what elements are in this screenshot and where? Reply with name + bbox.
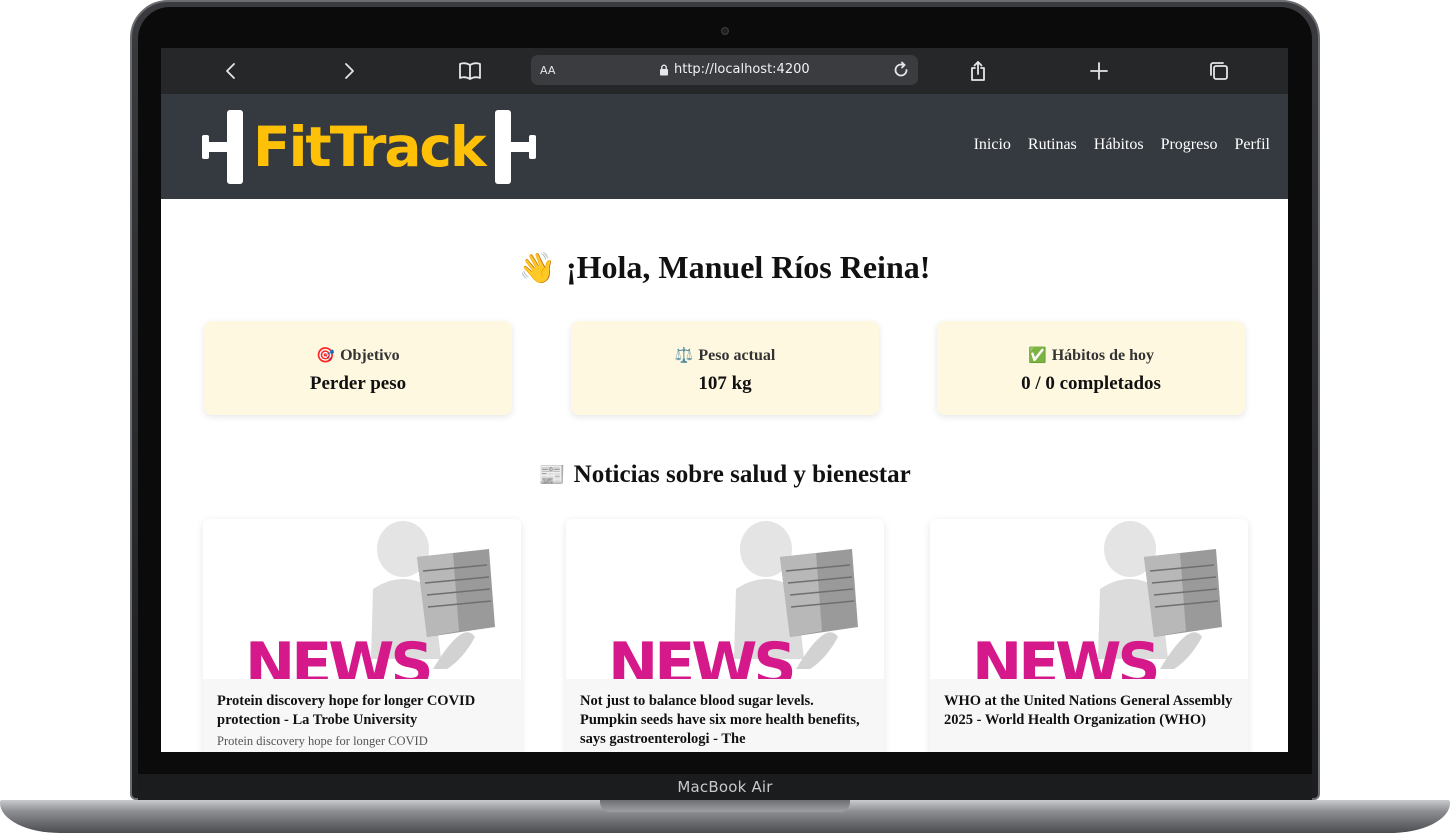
stat-card-objetivo: 🎯 Objetivo Perder peso xyxy=(204,321,512,415)
news-reader-illustration: NEWS xyxy=(608,521,858,679)
news-word: NEWS xyxy=(608,630,793,679)
greeting-heading: 👋 ¡Hola, Manuel Ríos Reina! xyxy=(161,249,1288,286)
news-reader-illustration: NEWS xyxy=(245,521,495,679)
scale-icon: ⚖️ xyxy=(674,346,694,364)
lock-icon xyxy=(660,64,668,75)
url-text: http://localhost:4200 xyxy=(674,62,810,77)
stat-label-row: ✅ Hábitos de hoy xyxy=(937,346,1245,365)
screen: AA http://localhost:4200 FitTrack Inicio… xyxy=(161,48,1288,752)
news-body: Protein discovery hope for longer COVID … xyxy=(203,679,521,752)
address-bar[interactable]: AA http://localhost:4200 xyxy=(531,55,918,85)
news-reader-illustration: NEWS xyxy=(972,521,1222,679)
news-section-title: 📰 Noticias sobre salud y bienestar xyxy=(161,461,1288,489)
news-card[interactable]: NEWS Not just to balance blood sugar lev… xyxy=(566,519,884,752)
stat-value: Perder peso xyxy=(309,373,407,394)
news-description: Protein discovery hope for longer COVID xyxy=(217,734,428,748)
app-header: FitTrack Inicio Rutinas Hábitos Progreso… xyxy=(161,94,1288,199)
news-body: WHO at the United Nations General Assemb… xyxy=(930,679,1248,752)
camera-icon xyxy=(721,27,729,35)
news-word: NEWS xyxy=(245,630,430,679)
stat-label-row: ⚖️ Peso actual xyxy=(571,346,879,365)
nav-habitos[interactable]: Hábitos xyxy=(1094,136,1144,154)
news-headline[interactable]: Protein discovery hope for longer COVID … xyxy=(217,692,507,730)
checkmark-icon: ✅ xyxy=(1028,346,1047,364)
stat-label: Objetivo xyxy=(340,347,400,364)
news-image: NEWS xyxy=(203,519,521,679)
main-content: 👋 ¡Hola, Manuel Ríos Reina! 🎯 Objetivo Per… xyxy=(161,199,1288,752)
nav-progreso[interactable]: Progreso xyxy=(1161,136,1218,154)
stat-card-habitos: ✅ Hábitos de hoy 0 / 0 completados xyxy=(937,321,1245,415)
news-image: NEWS xyxy=(566,519,884,679)
stat-label-row: 🎯 Objetivo xyxy=(204,346,512,365)
target-icon: 🎯 xyxy=(316,346,336,364)
dumbbell-right-icon xyxy=(494,110,536,184)
stat-label: Hábitos de hoy xyxy=(1051,347,1154,364)
back-icon[interactable] xyxy=(218,58,244,84)
stat-card-peso: ⚖️ Peso actual 107 kg xyxy=(571,321,879,415)
stat-value: 107 kg xyxy=(698,373,752,394)
device-label: MacBook Air xyxy=(677,778,773,796)
nav-rutinas[interactable]: Rutinas xyxy=(1028,136,1077,154)
reload-icon[interactable] xyxy=(891,60,911,80)
stat-value: 0 / 0 completados xyxy=(1021,373,1161,394)
logo-text: FitTrack xyxy=(253,114,487,179)
nav-inicio[interactable]: Inicio xyxy=(974,136,1011,154)
newspaper-icon: 📰 xyxy=(538,463,566,488)
laptop-bottom-bezel: MacBook Air xyxy=(138,774,1312,800)
browser-toolbar: AA http://localhost:4200 xyxy=(161,48,1288,94)
text-size-button[interactable]: AA xyxy=(540,64,555,77)
dumbbell-left-icon xyxy=(202,110,243,184)
share-icon[interactable] xyxy=(965,58,991,84)
laptop-notch xyxy=(600,800,850,812)
new-tab-icon[interactable] xyxy=(1086,58,1112,84)
greeting-text: ¡Hola, Manuel Ríos Reina! xyxy=(565,249,931,285)
news-image: NEWS xyxy=(930,519,1248,679)
logo[interactable]: FitTrack xyxy=(201,108,537,186)
news-headline[interactable]: WHO at the United Nations General Assemb… xyxy=(944,692,1234,730)
news-card[interactable]: NEWS Protein discovery hope for longer C… xyxy=(203,519,521,752)
bookmarks-icon[interactable] xyxy=(457,58,483,84)
url-display: http://localhost:4200 xyxy=(659,62,810,77)
main-nav: Inicio Rutinas Hábitos Progreso Perfil xyxy=(974,136,1270,154)
news-word: NEWS xyxy=(972,630,1157,679)
news-body: Not just to balance blood sugar levels. … xyxy=(566,679,884,752)
tabs-overview-icon[interactable] xyxy=(1206,58,1232,84)
forward-icon[interactable] xyxy=(336,58,362,84)
stat-label: Peso actual xyxy=(698,347,776,364)
news-title-text: Noticias sobre salud y bienestar xyxy=(573,461,911,488)
news-card[interactable]: NEWS WHO at the United Nations General A… xyxy=(930,519,1248,752)
news-headline[interactable]: Not just to balance blood sugar levels. … xyxy=(580,692,870,749)
nav-perfil[interactable]: Perfil xyxy=(1234,136,1270,154)
waving-hand-icon: 👋 xyxy=(518,251,556,286)
